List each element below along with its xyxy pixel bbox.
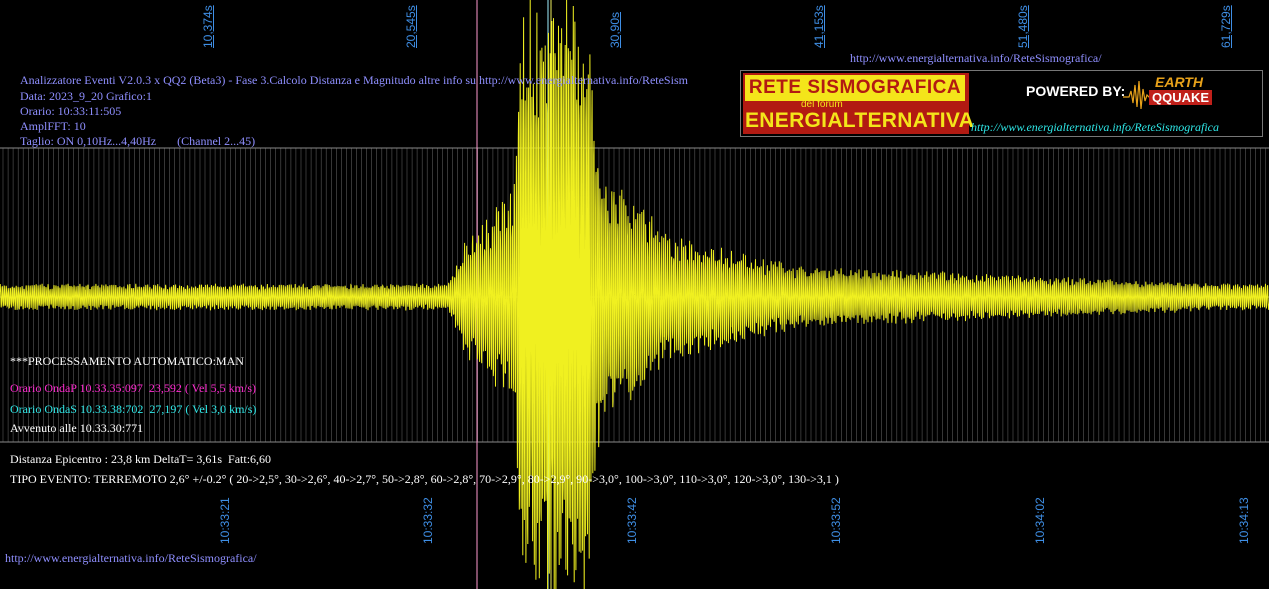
- epicenter-distance: Distanza Epicentro : 23,8 km DeltaT= 3,6…: [10, 452, 272, 466]
- top-tick-label: 51,480s: [1016, 5, 1030, 48]
- logo-bottom-text: QQUAKE: [1149, 90, 1213, 105]
- event-type: TIPO EVENTO: TERREMOTO 2,6° +/-0.2° ( 20…: [10, 472, 839, 486]
- banner-title: RETE SISMOGRAFICA: [745, 75, 965, 101]
- bottom-tick-label: 10:33:32: [421, 497, 435, 544]
- top-tick-label: 20,545s: [404, 5, 418, 48]
- header-title: Analizzatore Eventi V2.0.3 x QQ2 (Beta3)…: [20, 73, 688, 87]
- seismogram-view: 10,374s 20,545s 30,90s 41,153s 51,480s 6…: [0, 0, 1269, 589]
- s-wave-time: Orario OndaS 10.33.38:702 27,197 ( Vel 3…: [10, 402, 257, 416]
- header-filter: Taglio: ON 0,10Hz...4,40Hz (Channel 2...…: [20, 134, 256, 148]
- header-date: Data: 2023_9_20 Grafico:1: [20, 89, 152, 103]
- bottom-tick-label: 10:34:13: [1237, 497, 1251, 544]
- network-banner: RETE SISMOGRAFICA del forum ENERGIALTERN…: [740, 70, 1263, 137]
- bottom-tick-label: 10:33:52: [829, 497, 843, 544]
- top-url-link[interactable]: http://www.energialternativa.info/ReteSi…: [850, 51, 1102, 65]
- banner-url-link[interactable]: http://www.energialternativa.info/ReteSi…: [971, 120, 1219, 135]
- header-time: Orario: 10:33:11:505: [20, 104, 122, 118]
- top-tick-label: 10,374s: [201, 5, 215, 48]
- bottom-tick-label: 10:34:02: [1033, 497, 1047, 544]
- top-tick-label: 41,153s: [812, 5, 826, 48]
- bottom-url-link[interactable]: http://www.energialternativa.info/ReteSi…: [5, 551, 257, 565]
- logo-top-text: EARTH: [1155, 74, 1203, 90]
- bottom-tick-label: 10:33:21: [218, 497, 232, 544]
- top-tick-label: 61,729s: [1219, 5, 1233, 48]
- header-ampl: AmplFFT: 10: [20, 119, 86, 133]
- p-wave-time: Orario OndaP 10.33.35:097 23,592 ( Vel 5…: [10, 381, 256, 395]
- banner-brand: ENERGIALTERNATIVA: [745, 109, 975, 132]
- occurred-time: Avvenuto alle 10.33.30:771: [10, 421, 144, 435]
- banner-powered-by: POWERED BY:: [1026, 83, 1126, 99]
- processing-status: ***PROCESSAMENTO AUTOMATICO:MAN: [10, 354, 244, 368]
- bottom-tick-label: 10:33:42: [625, 497, 639, 544]
- top-tick-label: 30,90s: [608, 11, 622, 48]
